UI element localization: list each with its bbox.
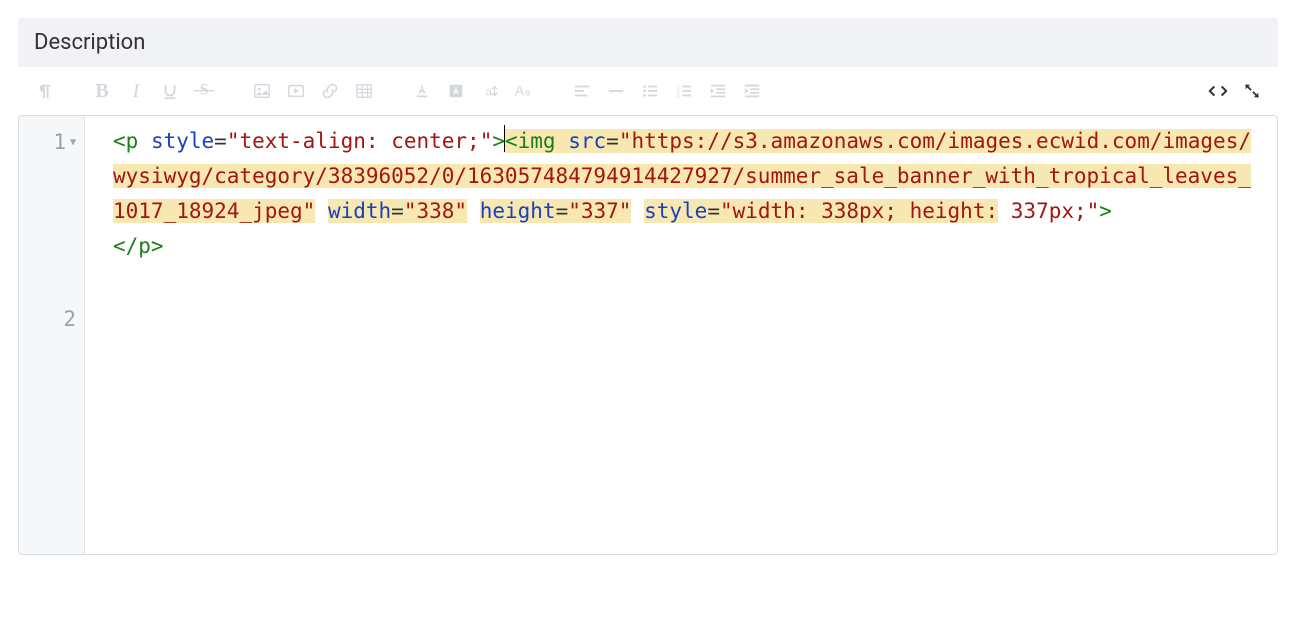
svg-text:A: A <box>515 84 525 99</box>
bold-button[interactable]: B <box>86 75 118 107</box>
insert-image-button[interactable] <box>246 75 278 107</box>
strikethrough-button[interactable]: S <box>188 75 220 107</box>
font-size-button[interactable]: a <box>474 75 506 107</box>
unordered-list-button[interactable] <box>634 75 666 107</box>
editor-toolbar: B I S a Aa 123 <box>18 67 1278 115</box>
insert-link-button[interactable] <box>314 75 346 107</box>
svg-text:3: 3 <box>677 93 680 99</box>
code-editor[interactable]: 1▼ 2 <p style="text-align: center;"><img… <box>18 115 1278 555</box>
underline-button[interactable] <box>154 75 186 107</box>
fold-icon[interactable]: ▼ <box>70 125 76 160</box>
svg-text:a: a <box>525 88 531 99</box>
svg-text:a: a <box>486 86 493 99</box>
code-content[interactable]: <p style="text-align: center;"><img src=… <box>85 116 1277 554</box>
code-view-button[interactable] <box>1202 75 1234 107</box>
horizontal-rule-button[interactable] <box>600 75 632 107</box>
paragraph-format-button[interactable] <box>28 75 60 107</box>
indent-button[interactable] <box>736 75 768 107</box>
italic-button[interactable]: I <box>120 75 152 107</box>
font-family-button[interactable]: Aa <box>508 75 540 107</box>
text-color-button[interactable] <box>406 75 438 107</box>
background-color-button[interactable] <box>440 75 472 107</box>
fullscreen-button[interactable] <box>1236 75 1268 107</box>
outdent-button[interactable] <box>702 75 734 107</box>
line-gutter: 1▼ 2 <box>19 116 85 554</box>
align-button[interactable] <box>566 75 598 107</box>
panel-title: Description <box>18 18 1278 67</box>
gutter-line: 1▼ <box>19 124 84 161</box>
description-panel: Description B I S a Aa 123 1▼ 2 <box>0 0 1296 573</box>
ordered-list-button[interactable]: 123 <box>668 75 700 107</box>
insert-table-button[interactable] <box>348 75 380 107</box>
gutter-line: 2 <box>19 301 84 338</box>
insert-video-button[interactable] <box>280 75 312 107</box>
